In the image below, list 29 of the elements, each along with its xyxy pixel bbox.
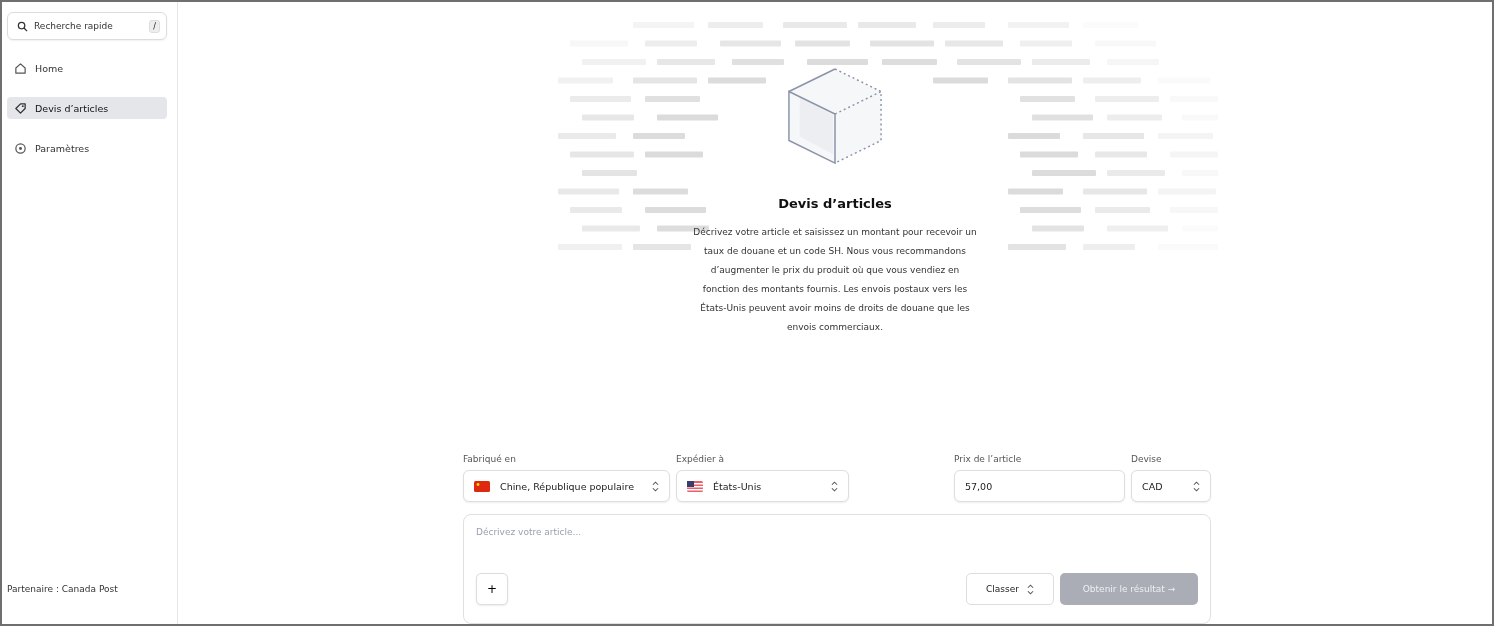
select-field[interactable]: Chine, République populaire (463, 470, 670, 502)
chevron-updown-icon (1026, 583, 1034, 595)
home-icon (14, 61, 27, 75)
field-label: Devise (1131, 454, 1163, 464)
select-field[interactable]: CAD (1131, 470, 1211, 502)
chevron-updown-icon (652, 480, 659, 492)
hero-description: Décrivez votre article et saisissez un montant pour recevoir un taux de douane et un code SH. Nous vous recommandons d’augmenter le prix du produit où que vous vendiez en fonction des montants fournis. Les envois postaux vers les États-Unis peuvent avoir moins de droits de douane que les envois commerciaux. (692, 226, 978, 334)
chevron-updown-icon (1193, 480, 1200, 492)
shortcut-key: / (149, 19, 160, 33)
flag-icon (687, 480, 703, 492)
field-label: Prix de l’article (954, 454, 1023, 464)
flag-icon (474, 480, 490, 492)
tag-icon (14, 101, 27, 115)
field-label: Expédier à (676, 454, 726, 464)
search-icon (17, 20, 28, 32)
search-field[interactable]: Recherche rapide / (7, 12, 167, 40)
select-field[interactable]: États-Unis (676, 470, 849, 502)
hero-title: Devis d’articles (778, 196, 892, 211)
price-input[interactable]: 57,00 (954, 470, 1125, 502)
chevron-updown-icon (831, 480, 838, 492)
cube-icon (786, 68, 884, 166)
sort-button[interactable]: Classer (966, 573, 1054, 605)
field-label: Fabriqué en (463, 454, 517, 464)
nav-item[interactable]: Paramètres (7, 137, 167, 159)
settings-icon (14, 141, 27, 155)
partner-text: Partenaire : Canada Post (7, 584, 119, 594)
nav-item[interactable]: Devis d’articles (7, 97, 167, 119)
add-button[interactable]: + (476, 573, 508, 605)
nav-item[interactable]: Home (7, 57, 167, 79)
